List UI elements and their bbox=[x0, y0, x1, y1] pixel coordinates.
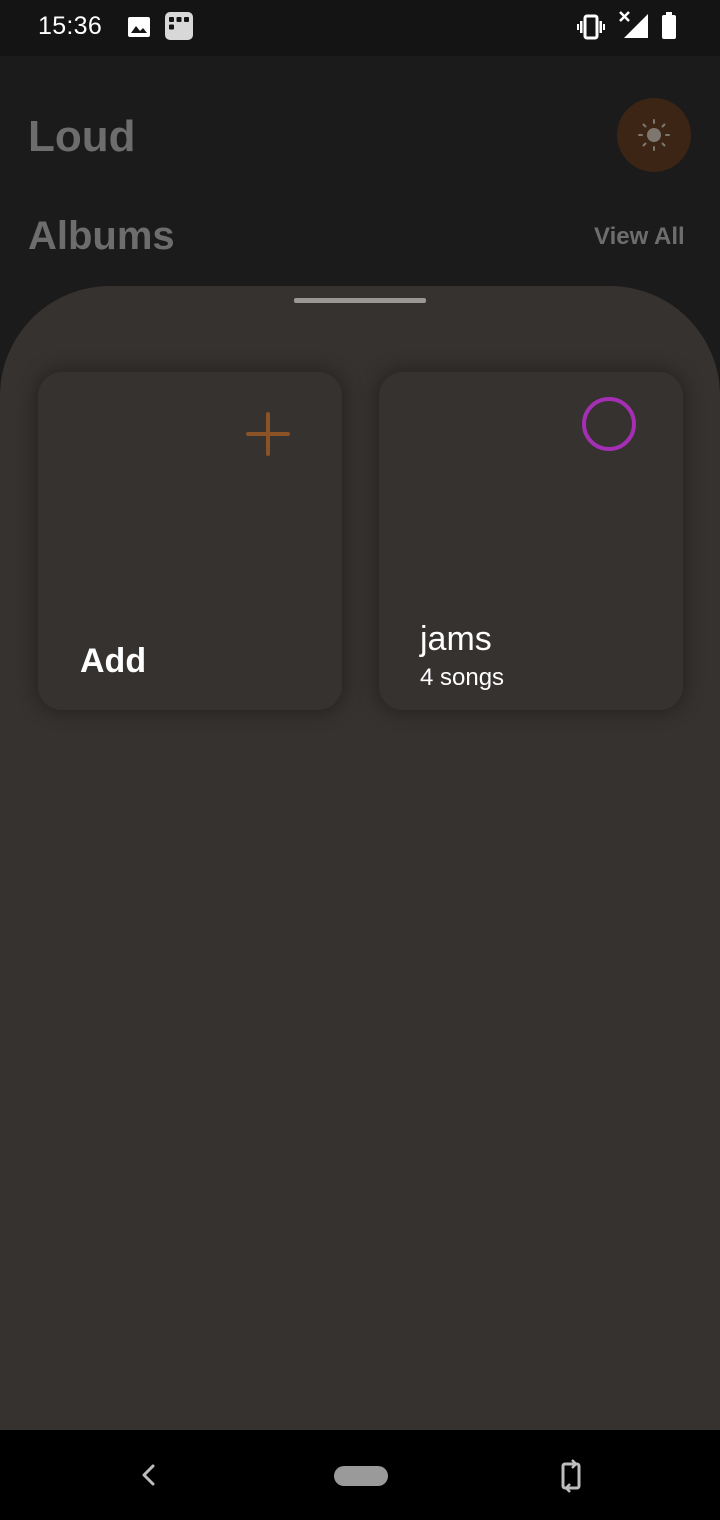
albums-section-title: Albums bbox=[28, 214, 175, 258]
view-all-link[interactable]: View All bbox=[594, 223, 685, 251]
playlist-bottom-sheet[interactable]: Add jams 4 songs bbox=[0, 286, 720, 1430]
vibrate-icon bbox=[577, 14, 605, 40]
sheet-drag-handle[interactable] bbox=[294, 298, 426, 303]
signal-no-data-icon bbox=[619, 11, 648, 38]
back-icon[interactable] bbox=[134, 1460, 164, 1490]
plus-icon bbox=[246, 412, 290, 456]
playlist-song-count: 4 songs bbox=[420, 664, 505, 691]
playlist-card-jams[interactable]: jams 4 songs bbox=[379, 372, 683, 710]
circle-icon bbox=[582, 397, 636, 451]
app-notification-icon bbox=[165, 12, 193, 40]
home-pill[interactable] bbox=[334, 1466, 388, 1486]
status-bar: 15:36 bbox=[0, 0, 720, 56]
add-card-title: Add bbox=[80, 642, 147, 680]
battery-icon bbox=[662, 12, 676, 39]
navigation-bar bbox=[0, 1430, 720, 1520]
brightness-icon bbox=[638, 119, 670, 151]
status-time: 15:36 bbox=[38, 12, 103, 40]
rotate-icon[interactable] bbox=[556, 1458, 586, 1494]
app-title: Loud bbox=[28, 112, 136, 161]
add-playlist-card[interactable]: Add bbox=[38, 372, 342, 710]
theme-toggle-button[interactable] bbox=[617, 98, 691, 172]
playlist-card-title: jams bbox=[420, 620, 492, 658]
image-icon bbox=[128, 17, 150, 37]
